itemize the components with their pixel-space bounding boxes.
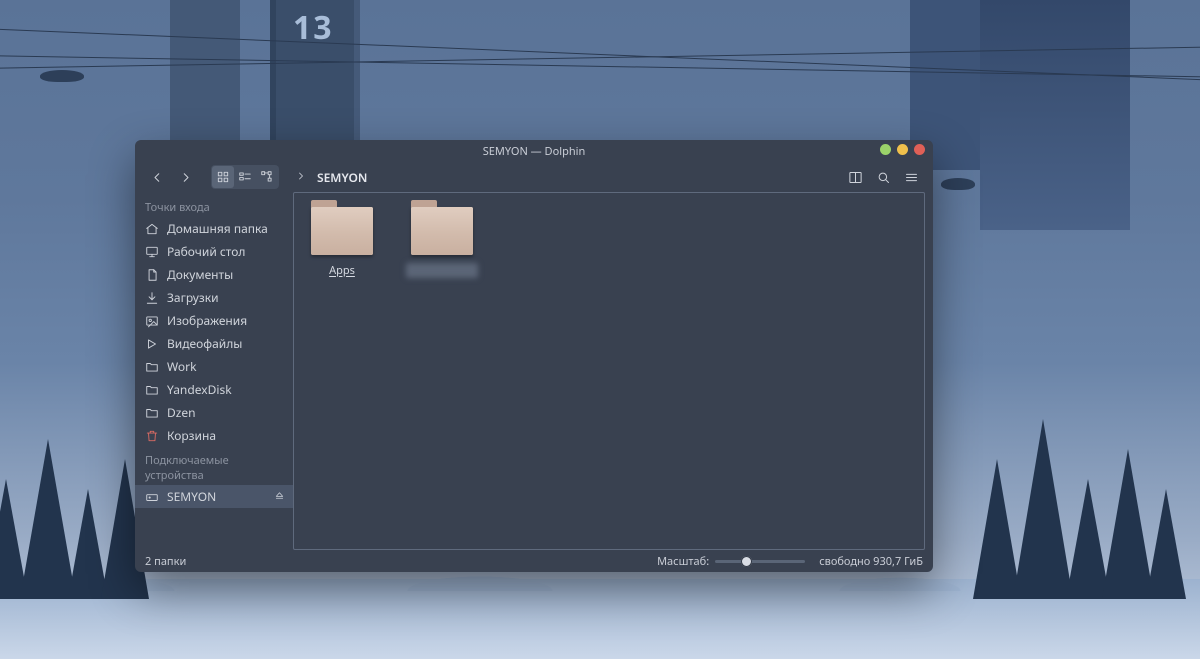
sidebar-item-домашняя-папка[interactable]: Домашняя папка bbox=[135, 217, 293, 240]
tree-icon bbox=[260, 170, 274, 184]
sidebar-item-загрузки[interactable]: Загрузки bbox=[135, 286, 293, 309]
image-icon bbox=[145, 314, 159, 328]
breadcrumb[interactable]: SEMYON bbox=[295, 169, 367, 186]
search-icon bbox=[876, 170, 891, 185]
sidebar-item-label: Рабочий стол bbox=[167, 243, 245, 260]
trash-icon bbox=[145, 429, 159, 443]
sidebar: Точки входа Домашняя папка Рабочий стол До… bbox=[135, 192, 293, 550]
folder-label: Apps bbox=[306, 263, 378, 278]
video-icon bbox=[145, 337, 159, 351]
arrow-right-icon bbox=[178, 170, 193, 185]
status-bar: 2 папки Масштаб: свободно 930,7 ГиБ bbox=[135, 550, 933, 572]
file-view[interactable]: Apps ██████ bbox=[293, 192, 925, 550]
window-title: SEMYON — Dolphin bbox=[135, 144, 933, 159]
sidebar-item-изображения[interactable]: Изображения bbox=[135, 309, 293, 332]
sidebar-item-label: Домашняя папка bbox=[167, 220, 268, 237]
folder-icon bbox=[145, 360, 159, 374]
details-view-button[interactable] bbox=[256, 166, 278, 188]
folder-item[interactable]: Apps bbox=[306, 207, 378, 535]
search-button[interactable] bbox=[871, 165, 895, 189]
sidebar-item-документы[interactable]: Документы bbox=[135, 263, 293, 286]
sidebar-item-dzen[interactable]: Dzen bbox=[135, 401, 293, 424]
sidebar-item-label: Изображения bbox=[167, 312, 247, 329]
sidebar-item-label: Корзина bbox=[167, 427, 216, 444]
maximize-button[interactable] bbox=[897, 144, 908, 155]
home-icon bbox=[145, 222, 159, 236]
download-icon bbox=[145, 291, 159, 305]
titlebar[interactable]: SEMYON — Dolphin bbox=[135, 140, 933, 162]
chevron-right-icon bbox=[295, 169, 307, 186]
menu-button[interactable] bbox=[899, 165, 923, 189]
desktop-wallpaper: 13 SEMYON — Dolphin bbox=[0, 0, 1200, 659]
toolbar: SEMYON bbox=[135, 162, 933, 192]
grid-icon bbox=[216, 170, 230, 184]
eject-button[interactable] bbox=[274, 488, 285, 505]
document-icon bbox=[145, 268, 159, 282]
sidebar-item-рабочий-стол[interactable]: Рабочий стол bbox=[135, 240, 293, 263]
hamburger-icon bbox=[904, 170, 919, 185]
sidebar-item-label: SEMYON bbox=[167, 488, 216, 505]
sidebar-item-label: Work bbox=[167, 358, 197, 375]
icons-view-button[interactable] bbox=[212, 166, 234, 188]
zoom-label: Масштаб: bbox=[657, 554, 709, 569]
folder-icon bbox=[311, 207, 373, 255]
sidebar-item-label: YandexDisk bbox=[167, 381, 232, 398]
sidebar-section-places: Точки входа bbox=[135, 198, 293, 217]
compact-view-button[interactable] bbox=[234, 166, 256, 188]
zoom-thumb[interactable] bbox=[741, 556, 752, 567]
folder-icon bbox=[411, 207, 473, 255]
sidebar-item-yandexdisk[interactable]: YandexDisk bbox=[135, 378, 293, 401]
split-icon bbox=[848, 170, 863, 185]
sidebar-item-корзина[interactable]: Корзина bbox=[135, 424, 293, 447]
close-button[interactable] bbox=[914, 144, 925, 155]
folder-icon bbox=[145, 383, 159, 397]
sidebar-item-work[interactable]: Work bbox=[135, 355, 293, 378]
compact-icon bbox=[238, 170, 252, 184]
forward-button[interactable] bbox=[173, 165, 197, 189]
split-view-button[interactable] bbox=[843, 165, 867, 189]
sidebar-device-semyon[interactable]: SEMYON bbox=[135, 485, 293, 508]
sidebar-section-devices: Подключаемые устройства bbox=[135, 451, 293, 485]
minimize-button[interactable] bbox=[880, 144, 891, 155]
breadcrumb-location[interactable]: SEMYON bbox=[317, 169, 367, 186]
status-free-space: свободно 930,7 ГиБ bbox=[819, 554, 923, 569]
zoom-slider[interactable] bbox=[715, 560, 805, 563]
folder-icon bbox=[145, 406, 159, 420]
folder-label: ██████ bbox=[406, 263, 478, 278]
desktop-icon bbox=[145, 245, 159, 259]
view-mode-segment bbox=[211, 165, 279, 189]
sidebar-item-label: Видеофайлы bbox=[167, 335, 242, 352]
sidebar-item-label: Документы bbox=[167, 266, 233, 283]
arrow-left-icon bbox=[150, 170, 165, 185]
folder-item[interactable]: ██████ bbox=[406, 207, 478, 535]
back-button[interactable] bbox=[145, 165, 169, 189]
sidebar-item-label: Dzen bbox=[167, 404, 196, 421]
sidebar-item-видеофайлы[interactable]: Видеофайлы bbox=[135, 332, 293, 355]
status-item-count: 2 папки bbox=[145, 554, 186, 569]
dolphin-window: SEMYON — Dolphin bbox=[135, 140, 933, 572]
sidebar-item-label: Загрузки bbox=[167, 289, 219, 306]
drive-icon bbox=[145, 490, 159, 504]
